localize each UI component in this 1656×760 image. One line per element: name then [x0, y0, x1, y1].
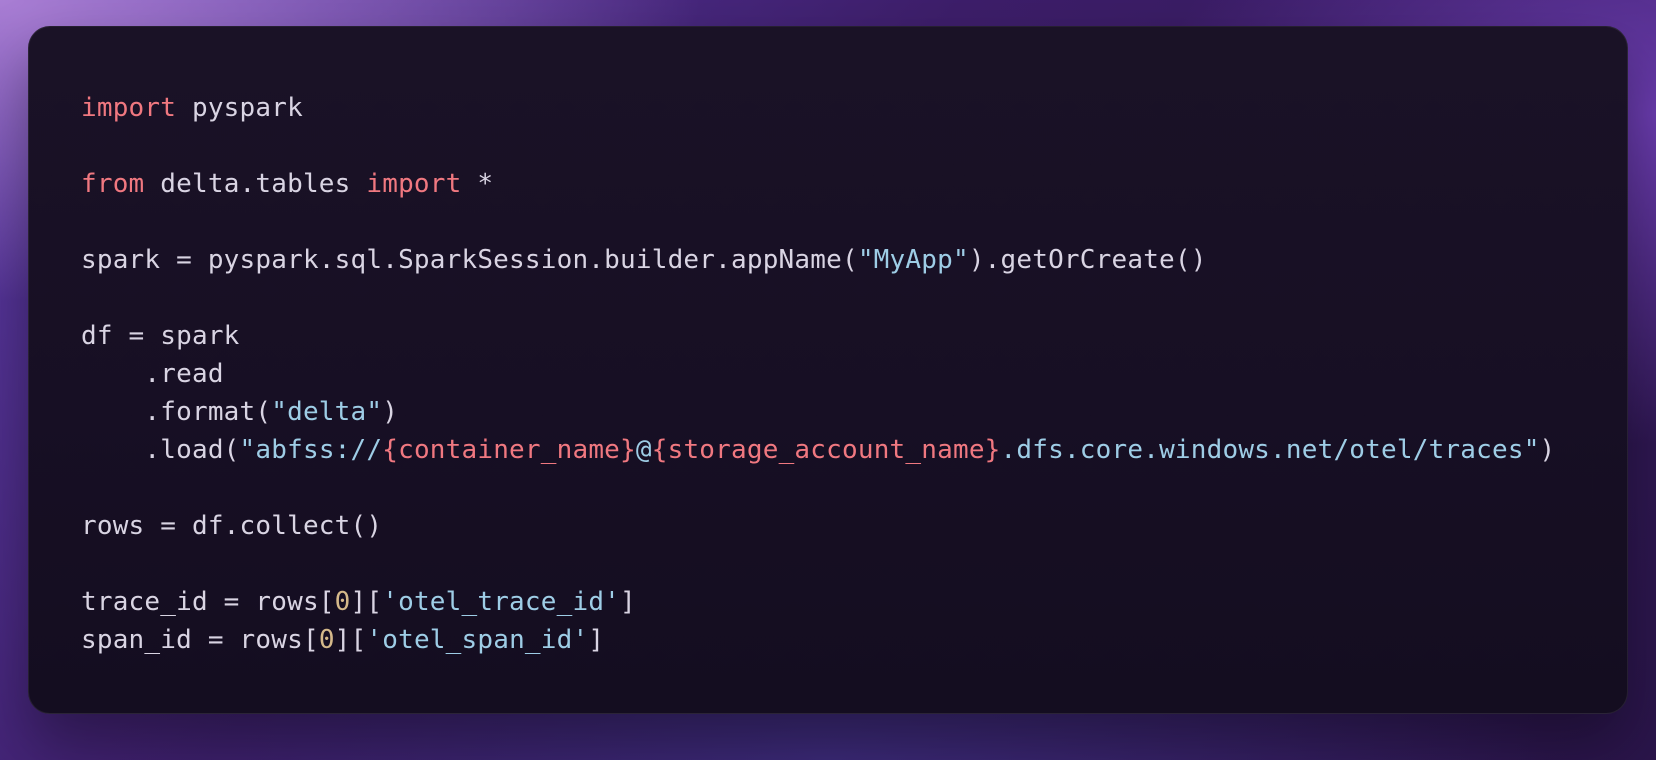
code-token-str: "MyApp" — [858, 245, 969, 275]
code-token-plain: ] — [620, 587, 636, 617]
code-token-plain: ).getOrCreate() — [969, 245, 1207, 275]
code-token-plain: * — [462, 169, 494, 199]
code-token-plain: rows = df.collect() — [81, 511, 382, 541]
code-token-plain: delta.tables — [144, 169, 366, 199]
code-token-plain: ] — [588, 625, 604, 655]
code-token-num: 0 — [335, 587, 351, 617]
code-token-plain: .format( — [81, 397, 271, 427]
code-token-plain: df = spark — [81, 321, 240, 351]
code-token-fmt: {storage_account_name} — [652, 435, 1001, 465]
code-token-plain: ][ — [335, 625, 367, 655]
code-token-kw: import — [366, 169, 461, 199]
code-line: spark = pyspark.sql.SparkSession.builder… — [81, 245, 1207, 275]
code-token-str: 'otel_trace_id' — [382, 587, 620, 617]
code-token-kw: import — [81, 93, 176, 123]
code-line: .format("delta") — [81, 397, 398, 427]
code-line: span_id = rows[0]['otel_span_id'] — [81, 625, 604, 655]
code-line: trace_id = rows[0]['otel_trace_id'] — [81, 587, 636, 617]
code-token-str: @ — [636, 435, 652, 465]
code-line: .read — [81, 359, 224, 389]
code-token-num: 0 — [319, 625, 335, 655]
code-token-str: 'otel_span_id' — [366, 625, 588, 655]
code-token-plain: spark = pyspark.sql.SparkSession.builder… — [81, 245, 858, 275]
code-line: df = spark — [81, 321, 240, 351]
code-line: import pyspark — [81, 93, 303, 123]
code-block-card: import pyspark from delta.tables import … — [28, 26, 1628, 714]
page-background: import pyspark from delta.tables import … — [0, 0, 1656, 760]
code-token-plain: ) — [1540, 435, 1556, 465]
python-code-block[interactable]: import pyspark from delta.tables import … — [81, 89, 1575, 659]
code-token-plain: ) — [382, 397, 398, 427]
code-token-fmt: {container_name} — [382, 435, 636, 465]
code-token-str: "delta" — [271, 397, 382, 427]
code-token-plain: .read — [81, 359, 224, 389]
code-token-plain: pyspark — [176, 93, 303, 123]
code-token-plain: span_id = rows[ — [81, 625, 319, 655]
code-line: .load("abfss://{container_name}@{storage… — [81, 435, 1555, 465]
code-token-str: .dfs.core.windows.net/otel/traces" — [1001, 435, 1540, 465]
code-token-plain: trace_id = rows[ — [81, 587, 335, 617]
code-line: from delta.tables import * — [81, 169, 493, 199]
code-token-str: "abfss:// — [240, 435, 383, 465]
code-token-plain: ][ — [351, 587, 383, 617]
code-token-plain: .load( — [81, 435, 240, 465]
code-token-kw: from — [81, 169, 144, 199]
code-line: rows = df.collect() — [81, 511, 382, 541]
